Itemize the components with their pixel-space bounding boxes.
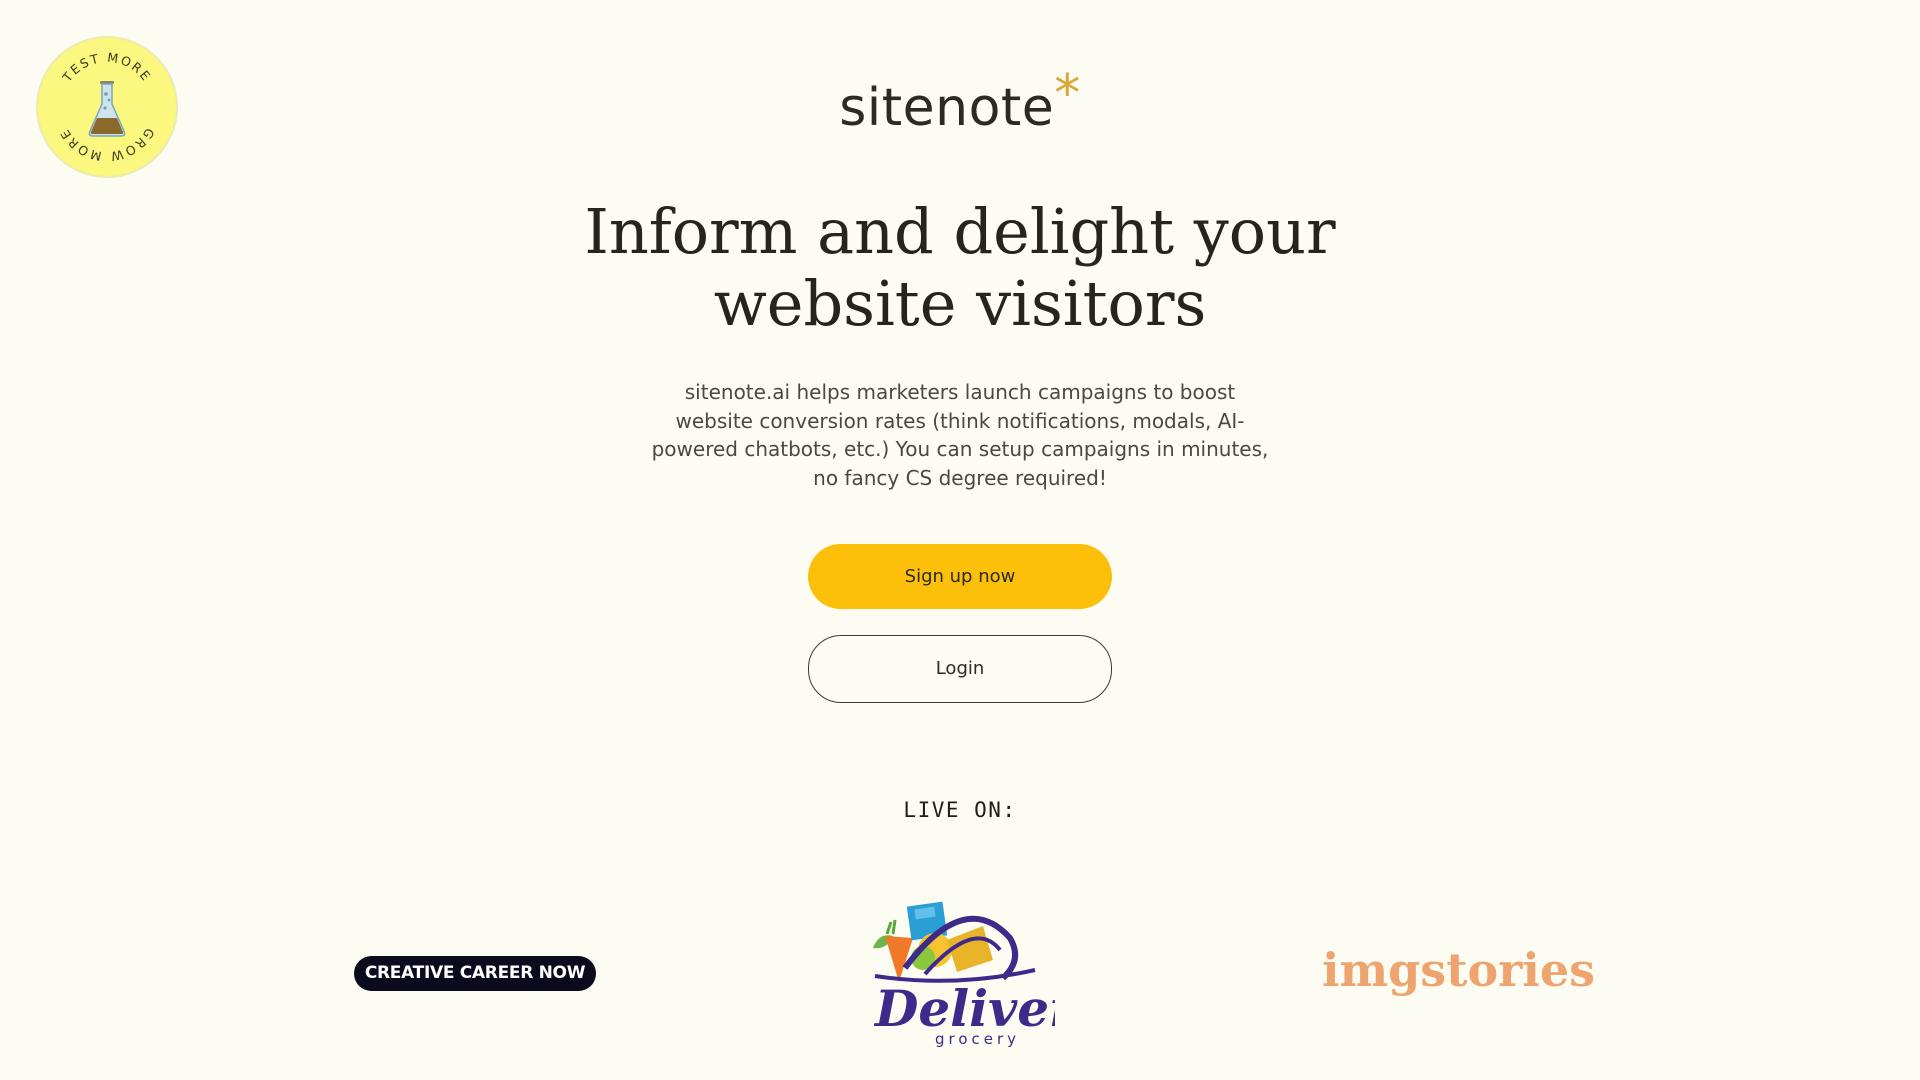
groceries-icon	[873, 901, 993, 982]
hero-headline: Inform and delight your website visitors	[584, 195, 1336, 340]
brand-name: sitenote	[839, 78, 1055, 138]
login-button[interactable]: Login	[808, 635, 1112, 703]
brand-asterisk: *	[1054, 64, 1081, 124]
imgstories-logo: imgstories	[1322, 943, 1596, 997]
deliver-grocery-logo: Deliver grocery	[865, 898, 1079, 1048]
sitenote-logo[interactable]: sitenote*	[0, 64, 1920, 138]
creative-career-now-logo: CREATIVE CAREER NOW	[354, 956, 596, 991]
live-on-heading: LIVE ON:	[903, 798, 1017, 822]
hero-description: sitenote.ai helps marketers launch campa…	[651, 380, 1269, 490]
sign-up-button[interactable]: Sign up now	[808, 544, 1112, 609]
grocery-tagline: grocery	[935, 1030, 1020, 1048]
